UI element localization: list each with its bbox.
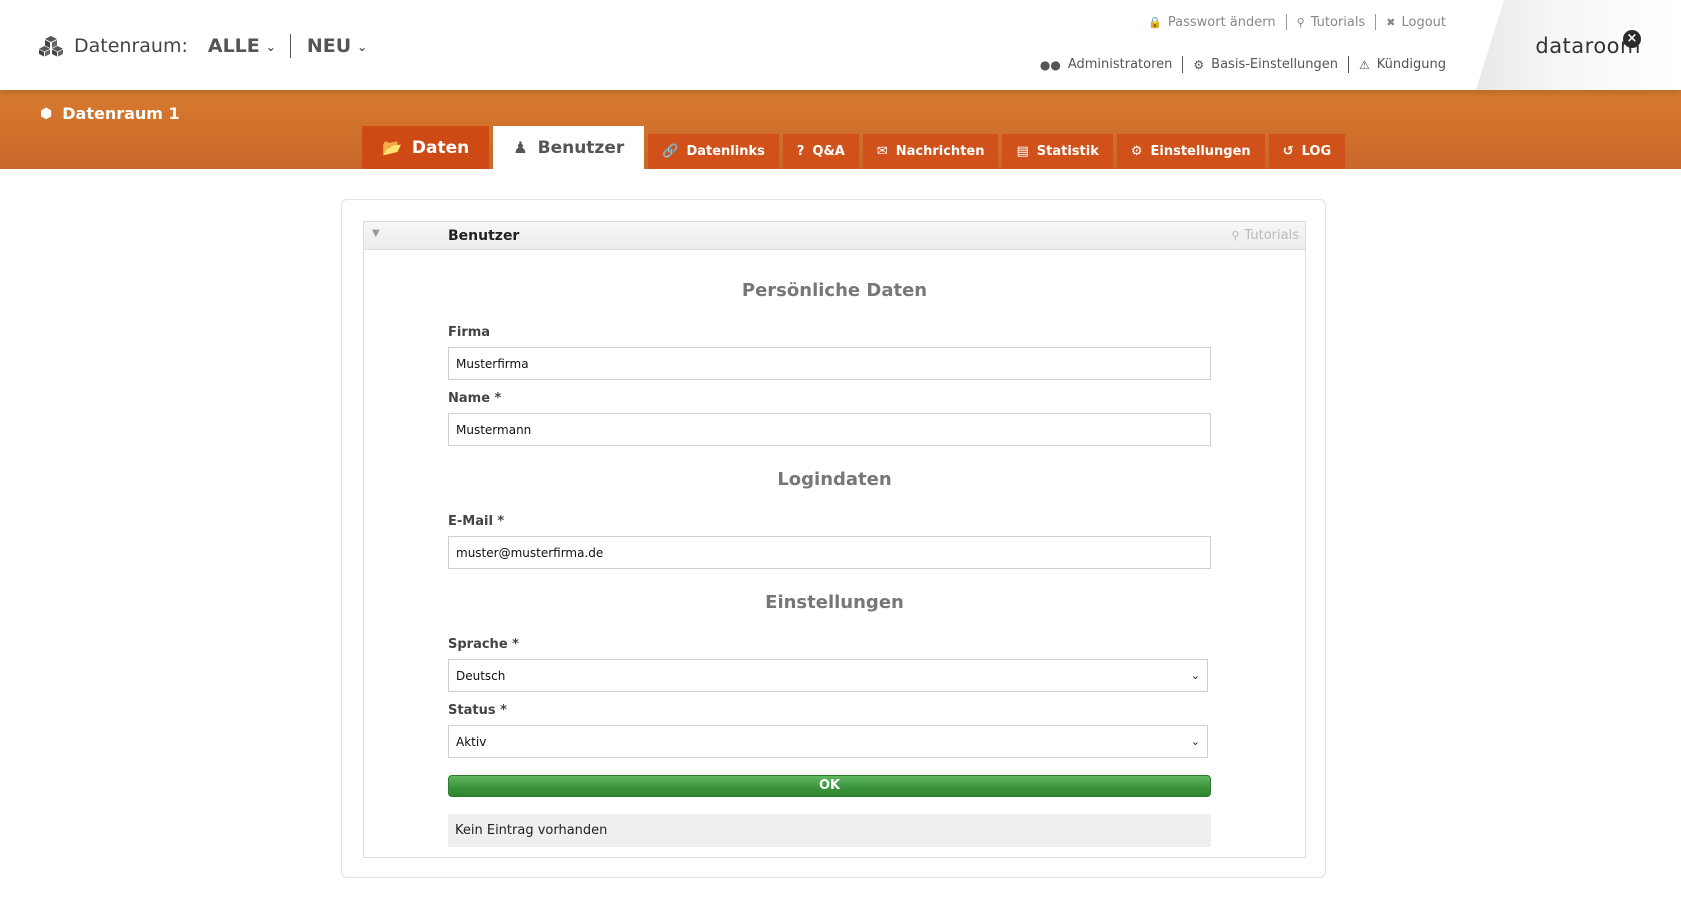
chevron-down-icon: ⌄ [265,40,276,54]
divider [289,34,291,58]
tab-statistik[interactable]: ▤ Statistik [1002,134,1113,169]
user-icon: ♟ [513,138,528,157]
section-heading-login: Logindaten [777,469,892,490]
dataroom-title: ⬢ Datenraum 1 [40,104,180,123]
users-icon: ●● [1039,57,1061,72]
name-input[interactable] [448,413,1211,446]
status-select-value: Aktiv [456,734,487,749]
tab-label: Einstellungen [1150,144,1251,159]
tab-bar: 📂 Daten ♟ Benutzer 🔗 Datenlinks ? Q&A ✉ … [362,126,1349,169]
tab-label: Benutzer [537,137,625,158]
divider [1348,56,1350,73]
tab-log[interactable]: ↺ LOG [1268,134,1346,169]
filter-new-dropdown[interactable]: NEU ⌄ [307,35,367,57]
dataroom-band: ⬢ Datenraum 1 📂 Daten ♟ Benutzer 🔗 Daten… [0,90,1681,169]
tab-label: Nachrichten [895,144,985,159]
administrators-label: Administratoren [1067,57,1173,72]
divider [1285,14,1287,30]
tab-einstellungen[interactable]: ⚙ Einstellungen [1116,134,1265,169]
administrators-link[interactable]: ●● Administratoren [1040,57,1173,72]
filter-new-label: NEU [306,35,352,57]
folder-open-icon: 📂 [382,138,402,157]
top-header: Datenraum: ALLE ⌄ NEU ⌄ 🔒 Passwort änder… [0,0,1681,90]
tab-label: Datenlinks [686,144,765,159]
panel-header: ▼ Benutzer ⚲ Tutorials [364,222,1305,250]
cancellation-label: Kündigung [1376,57,1446,72]
gears-icon: ⚙ [1193,57,1205,72]
logout-link[interactable]: ✖ Logout [1386,15,1446,30]
panel-title: Benutzer [448,228,520,244]
company-input[interactable] [448,347,1211,380]
top-links: 🔒 Passwort ändern ⚲ Tutorials ✖ Logout [1148,14,1446,30]
tutorials-link[interactable]: ⚲ Tutorials [1297,15,1366,30]
collapse-caret-icon[interactable]: ▼ [372,228,380,239]
dataroom-switcher: Datenraum: ALLE ⌄ NEU ⌄ [38,32,367,60]
status-label: Status * [448,703,507,718]
chevron-down-icon: ⌄ [1190,735,1200,748]
section-heading-personal: Persönliche Daten [741,280,928,301]
basic-settings-label: Basis-Einstellungen [1211,57,1339,72]
tab-label: Q&A [812,144,845,159]
user-times-icon: ✖ [1386,15,1396,29]
logout-label: Logout [1401,14,1446,30]
email-label: E-Mail * [448,514,505,529]
user-panel: ▼ Benutzer ⚲ Tutorials Persönliche Daten… [363,221,1306,858]
empty-state-message: Kein Eintrag vorhanden [448,814,1211,847]
envelope-icon: ✉ [876,144,888,159]
status-select[interactable]: Aktiv ⌄ [448,725,1208,758]
tab-label: Statistik [1036,144,1099,159]
tab-datenlinks[interactable]: 🔗 Datenlinks [648,134,779,169]
lightbulb-icon: ⚲ [1231,229,1240,242]
divider [1182,56,1184,73]
gear-icon: ⚙ [1130,144,1143,159]
email-input[interactable] [448,536,1211,569]
warning-icon: ⚠ [1359,57,1370,72]
cube-icon: ⬢ [40,105,53,122]
cubes-icon [39,36,63,57]
tab-label: Daten [411,137,470,158]
language-label: Sprache * [448,637,519,652]
tab-qa[interactable]: ? Q&A [782,134,859,169]
dataroom-title-label: Datenraum 1 [62,104,180,123]
tab-nachrichten[interactable]: ✉ Nachrichten [862,134,999,169]
admin-links: ●● Administratoren ⚙ Basis-Einstellungen… [1040,56,1446,73]
panel-tutorials-link[interactable]: ⚲ Tutorials [1231,228,1299,243]
link-icon: 🔗 [662,144,679,159]
lock-icon: 🔒 [1148,15,1162,29]
cancellation-link[interactable]: ⚠ Kündigung [1359,57,1446,72]
panel-tutorials-label: Tutorials [1244,228,1299,243]
dataroom-label: Datenraum: [74,35,188,57]
tab-label: LOG [1301,144,1332,159]
content-frame: ▼ Benutzer ⚲ Tutorials Persönliche Daten… [341,199,1326,878]
ok-button[interactable]: OK [448,775,1211,797]
language-select-value: Deutsch [456,668,506,683]
tab-daten[interactable]: 📂 Daten [362,126,490,169]
history-icon: ↺ [1282,144,1294,159]
bar-chart-icon: ▤ [1016,144,1029,159]
filter-all-dropdown[interactable]: ALLE ⌄ [208,35,276,57]
tab-benutzer[interactable]: ♟ Benutzer [493,126,645,169]
language-select[interactable]: Deutsch ⌄ [448,659,1208,692]
change-password-label: Passwort ändern [1167,14,1276,30]
question-icon: ? [796,144,805,159]
basic-settings-link[interactable]: ⚙ Basis-Einstellungen [1193,57,1338,72]
change-password-link[interactable]: 🔒 Passwort ändern [1148,15,1275,30]
filter-all-label: ALLE [207,35,260,57]
section-heading-settings: Einstellungen [765,592,904,613]
divider [1375,14,1377,30]
name-label: Name * [448,391,502,406]
chevron-down-icon: ⌄ [1190,669,1200,682]
tutorials-label: Tutorials [1310,14,1366,30]
lightbulb-icon: ⚲ [1296,15,1305,29]
company-label: Firma [448,325,491,340]
chevron-down-icon: ⌄ [357,40,368,54]
close-circle-icon[interactable]: × [1623,30,1641,48]
